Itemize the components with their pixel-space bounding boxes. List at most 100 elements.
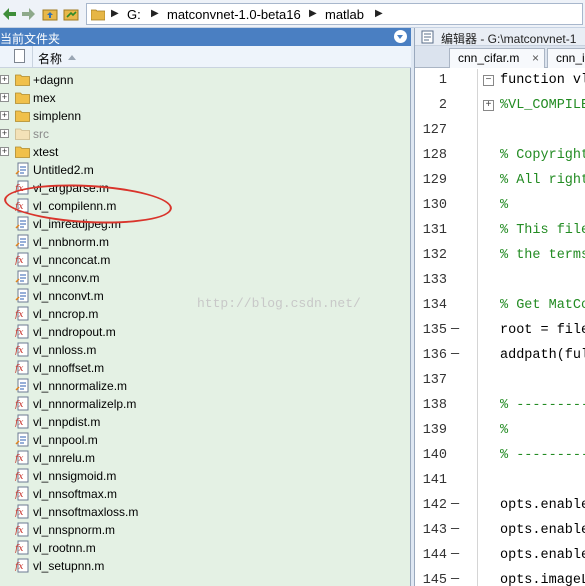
code-line[interactable]: 128 % Copyright — [415, 144, 585, 169]
line-number: 133 — [422, 273, 447, 288]
code-line[interactable]: 136 — addpath(ful — [415, 344, 585, 369]
file-row[interactable]: fx vl_compilenn.m — [0, 197, 411, 215]
code-line[interactable]: 2 + %VL_COMPILE — [415, 94, 585, 119]
expand-toggle-icon[interactable]: + — [0, 93, 9, 102]
file-row[interactable]: fx vl_nndropout.m — [0, 323, 411, 341]
file-row[interactable]: vl_imreadjpeg.m — [0, 215, 411, 233]
folder-row[interactable]: + src — [0, 125, 411, 143]
file-row[interactable]: vl_nnnormalize.m — [0, 377, 411, 395]
code-line[interactable]: 131 % This file — [415, 219, 585, 244]
file-name: vl_nndropout.m — [33, 325, 116, 339]
svg-text:fx: fx — [15, 364, 23, 374]
code-line[interactable]: 142 — opts.enable — [415, 494, 585, 519]
folder-row[interactable]: + simplenn — [0, 107, 411, 125]
forward-arrow-icon[interactable] — [20, 6, 36, 22]
file-name: src — [33, 127, 49, 141]
expand-toggle-icon[interactable]: + — [0, 147, 9, 156]
file-row[interactable]: fx vl_nncrop.m — [0, 305, 411, 323]
code-text: opts.imageL — [500, 573, 585, 586]
code-line[interactable]: 141 — [415, 469, 585, 494]
expand-fold-icon[interactable]: + — [483, 100, 494, 111]
file-row[interactable]: fx vl_nnspnorm.m — [0, 521, 411, 539]
code-line[interactable]: 144 — opts.enable — [415, 544, 585, 569]
column-divider[interactable] — [32, 46, 33, 67]
breadcrumb-project[interactable]: matconvnet-1.0-beta16 — [167, 7, 301, 22]
file-row[interactable]: fx vl_argparse.m — [0, 179, 411, 197]
code-line[interactable]: 137 — [415, 369, 585, 394]
file-name: vl_nnconvt.m — [33, 289, 104, 303]
line-number: 131 — [422, 223, 447, 238]
script-file-icon — [15, 162, 30, 177]
file-name: mex — [33, 91, 56, 105]
breakpoint-marker[interactable]: — — [451, 572, 459, 586]
code-line[interactable]: 138 % ---------- — [415, 394, 585, 419]
code-line[interactable]: 140 % ---------- — [415, 444, 585, 469]
file-row[interactable]: fx vl_nnsigmoid.m — [0, 467, 411, 485]
function-file-icon: fx — [14, 414, 30, 429]
code-line[interactable]: 132 % the terms — [415, 244, 585, 269]
expand-toggle-icon[interactable]: + — [0, 129, 9, 138]
code-line[interactable]: 134 % Get MatCo — [415, 294, 585, 319]
browse-folder-icon[interactable] — [63, 6, 79, 22]
breadcrumb-matlab[interactable]: matlab — [325, 7, 364, 22]
file-row[interactable]: fx vl_nnconcat.m — [0, 251, 411, 269]
breakpoint-marker[interactable]: — — [451, 547, 459, 562]
editor-icon — [421, 30, 434, 44]
file-row[interactable]: vl_nnpool.m — [0, 431, 411, 449]
file-row[interactable]: fx vl_nnloss.m — [0, 341, 411, 359]
breakpoint-marker[interactable]: — — [451, 522, 459, 537]
file-row[interactable]: fx vl_nnpdist.m — [0, 413, 411, 431]
close-icon[interactable]: × — [532, 49, 539, 67]
up-folder-icon[interactable] — [42, 6, 58, 22]
path-field[interactable]: ▶ G: ▶ matconvnet-1.0-beta16 ▶ matlab ▶ — [86, 3, 583, 25]
folder-row[interactable]: + xtest — [0, 143, 411, 161]
file-row[interactable]: Untitled2.m — [0, 161, 411, 179]
code-line[interactable]: 145 — opts.imageL — [415, 569, 585, 586]
file-row[interactable]: fx vl_setupnn.m — [0, 557, 411, 575]
file-name: vl_nnpool.m — [33, 433, 98, 447]
expand-toggle-icon[interactable]: + — [0, 111, 9, 120]
code-line[interactable]: 127 — [415, 119, 585, 144]
breakpoint-marker[interactable]: — — [451, 322, 459, 337]
code-line[interactable]: 130% — [415, 194, 585, 219]
editor-title: 编辑器 - G:\matconvnet-1 — [441, 32, 577, 46]
file-row[interactable]: vl_nnconvt.m — [0, 287, 411, 305]
svg-text:fx: fx — [15, 544, 23, 554]
file-row[interactable]: fx vl_nnoffset.m — [0, 359, 411, 377]
breadcrumb-drive[interactable]: G: — [127, 7, 141, 22]
file-row[interactable]: vl_nnbnorm.m — [0, 233, 411, 251]
file-row[interactable]: fx vl_nnsoftmax.m — [0, 485, 411, 503]
folder-row[interactable]: + +dagnn — [0, 71, 411, 89]
file-row[interactable]: vl_nnconv.m — [0, 269, 411, 287]
folder-row[interactable]: + mex — [0, 89, 411, 107]
expand-toggle-icon[interactable]: + — [0, 75, 9, 84]
file-row[interactable]: fx vl_rootnn.m — [0, 539, 411, 557]
collapse-fold-icon[interactable]: − — [483, 75, 494, 86]
column-header[interactable]: 名称 — [0, 46, 411, 68]
folder-icon — [15, 72, 30, 87]
breakpoint-marker[interactable]: — — [451, 347, 459, 362]
code-line[interactable]: 135 — root = file — [415, 319, 585, 344]
tab-cnn-i[interactable]: cnn_i — [547, 48, 585, 68]
code-line[interactable]: 143 — opts.enable — [415, 519, 585, 544]
svg-text:fx: fx — [15, 508, 23, 518]
code-line[interactable]: 133 — [415, 269, 585, 294]
line-number: 143 — [422, 523, 447, 538]
back-arrow-icon[interactable] — [2, 6, 18, 22]
code-line[interactable]: 1 − function vl — [415, 69, 585, 94]
chevron-right-icon: ▶ — [151, 8, 159, 19]
folder-icon — [15, 144, 30, 159]
file-row[interactable]: fx vl_nnnormalizelp.m — [0, 395, 411, 413]
file-row[interactable]: fx vl_nnsoftmaxloss.m — [0, 503, 411, 521]
tab-cnn-cifar[interactable]: cnn_cifar.m × — [449, 48, 545, 68]
code-text: % ---------- — [500, 448, 585, 463]
code-line[interactable]: 139% — [415, 419, 585, 444]
function-file-icon: fx — [14, 450, 30, 465]
code-line[interactable]: 129 % All right — [415, 169, 585, 194]
column-name-label[interactable]: 名称 — [38, 50, 62, 67]
breakpoint-marker[interactable]: — — [451, 497, 459, 512]
svg-text:fx: fx — [15, 328, 23, 338]
function-file-icon: fx — [14, 396, 30, 411]
panel-menu-icon[interactable] — [394, 30, 407, 43]
file-row[interactable]: fx vl_nnrelu.m — [0, 449, 411, 467]
